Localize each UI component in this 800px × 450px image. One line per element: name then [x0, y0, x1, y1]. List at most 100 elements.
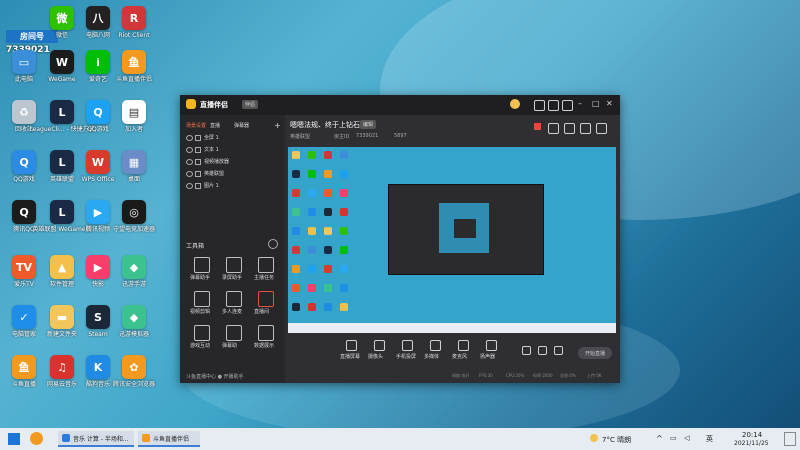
- desktop-icon[interactable]: ◆ 迅游模拟器: [110, 305, 158, 338]
- eye-icon[interactable]: [186, 147, 193, 153]
- app-icon: ▤: [122, 100, 146, 124]
- gift-icon[interactable]: [534, 123, 541, 130]
- browser-taskbar-icon[interactable]: [30, 432, 43, 445]
- preview-desktop-icon: [308, 208, 316, 216]
- desktop-icon[interactable]: R Riot Client: [110, 6, 158, 39]
- eye-icon[interactable]: [186, 171, 193, 177]
- share-icon[interactable]: [596, 123, 607, 134]
- tab-2[interactable]: 弹幕器: [234, 122, 249, 129]
- chevron-up-icon[interactable]: ^: [656, 434, 663, 443]
- bottom-tool-icon[interactable]: [346, 340, 357, 351]
- app-icon: ◎: [122, 200, 146, 224]
- taskbar-item-douyu[interactable]: 斗鱼直播伴侣: [138, 431, 200, 447]
- taskbar: 音乐 计算 - 半场和... 斗鱼直播伴侣 7°C 晴朗 ^ ▭ ◁ 英 20:…: [0, 428, 800, 450]
- lock-icon[interactable]: [195, 183, 201, 189]
- settings-icon[interactable]: [562, 100, 573, 111]
- desktop-icon-label: 腾讯视频: [85, 226, 110, 233]
- message-icon[interactable]: [548, 100, 559, 111]
- tool-icon[interactable]: [194, 257, 210, 273]
- app-icon: ♻: [12, 100, 36, 124]
- start-live-button[interactable]: 开始直播: [578, 347, 612, 359]
- bottom-tool-icon[interactable]: [402, 340, 413, 351]
- scene-item[interactable]: 英雄联盟: [204, 170, 224, 177]
- app-icon: L: [50, 100, 74, 124]
- app-icon: ▬: [50, 305, 74, 329]
- desktop-icon[interactable]: ▤ 加入者: [110, 100, 158, 133]
- desktop-icon-label: 爱乐TV: [14, 281, 34, 288]
- stream-preview[interactable]: [288, 147, 616, 333]
- tool-label: 主播任务: [254, 275, 275, 281]
- record-icon[interactable]: [564, 123, 575, 134]
- scene-item[interactable]: 文本 1: [204, 146, 219, 153]
- weather-text[interactable]: 7°C 晴朗: [602, 435, 631, 445]
- scene-item[interactable]: 视频播放器: [204, 158, 229, 165]
- eye-icon[interactable]: [186, 183, 193, 189]
- desktop-icon[interactable]: ◎ 守望电竞加速器: [110, 200, 158, 233]
- bottom-tool-icon[interactable]: [430, 340, 441, 351]
- tool-icon[interactable]: [194, 325, 210, 341]
- filter-icon[interactable]: [538, 346, 547, 355]
- close-icon[interactable]: ✕: [606, 99, 613, 108]
- app-icon: ▶: [86, 255, 110, 279]
- lock-icon[interactable]: [195, 147, 201, 153]
- skin-icon[interactable]: [534, 100, 545, 111]
- tool-icon[interactable]: [258, 257, 274, 273]
- eye-icon[interactable]: [186, 135, 193, 141]
- edit-title-button[interactable]: 编辑: [360, 120, 377, 129]
- tool-icon[interactable]: [194, 291, 210, 307]
- app-icon: 微: [50, 6, 74, 30]
- bottom-tool-icon[interactable]: [458, 340, 469, 351]
- start-icon[interactable]: [8, 433, 20, 445]
- preview-desktop-icon: [340, 303, 348, 311]
- tool-icon[interactable]: [226, 257, 242, 273]
- lock-icon[interactable]: [195, 159, 201, 165]
- scene-item[interactable]: 图片 1: [204, 182, 219, 189]
- eye-icon[interactable]: [186, 159, 193, 165]
- clock-date[interactable]: 2021/11/25: [734, 440, 769, 447]
- preview-desktop-icon: [292, 284, 300, 292]
- share-screen-icon[interactable]: [548, 123, 559, 134]
- desktop-icon[interactable]: ◆ 迅游手游: [110, 255, 158, 288]
- stat-text: 丢帧:0%: [560, 373, 576, 378]
- tab-0[interactable]: 场景设置: [186, 122, 206, 129]
- app-icon: ▶: [86, 200, 110, 224]
- tool-icon[interactable]: [226, 325, 242, 341]
- app-window[interactable]: 直播伴侣 伴侣 – □ ✕ 场景设置 直播 弹幕器 + 全屏 1 文本 1 视频播放器英…: [180, 95, 620, 383]
- lock-icon[interactable]: [195, 135, 201, 141]
- preview-desktop-icon: [340, 284, 348, 292]
- ime-indicator[interactable]: 英: [706, 434, 713, 444]
- preview-desktop-icon: [324, 151, 332, 159]
- clock-time[interactable]: 20:14: [742, 431, 762, 439]
- volume-icon[interactable]: ◁: [684, 434, 689, 442]
- notification-icon[interactable]: [784, 432, 796, 446]
- scene-item[interactable]: 全屏 1: [204, 134, 219, 141]
- preview-desktop-icon: [308, 265, 316, 273]
- network-icon[interactable]: ▭: [670, 434, 677, 442]
- maximize-icon[interactable]: □: [592, 99, 600, 108]
- avatar[interactable]: [510, 99, 520, 109]
- add-scene-icon[interactable]: +: [274, 121, 281, 130]
- tool-icon[interactable]: [258, 291, 274, 307]
- preview-desktop-icon: [308, 303, 316, 311]
- toolbox-settings-icon[interactable]: [268, 239, 278, 249]
- preview-desktop-icon: [340, 208, 348, 216]
- desktop-icon[interactable]: ▦ 桌面: [110, 150, 158, 183]
- tool-label: 数据展示: [254, 343, 275, 349]
- minimize-icon[interactable]: –: [578, 99, 582, 108]
- app-icon: ▲: [50, 255, 74, 279]
- bottom-tool-icon[interactable]: [486, 340, 497, 351]
- tab-1[interactable]: 直播: [210, 122, 220, 129]
- camera-icon[interactable]: [522, 346, 531, 355]
- taskbar-item-music[interactable]: 音乐 计算 - 半场和...: [58, 431, 134, 447]
- bottom-tool-icon[interactable]: [374, 340, 385, 351]
- tool-icon[interactable]: [258, 325, 274, 341]
- live-title: 嗯嗯法规、终于上钻石了: [290, 121, 367, 129]
- weather-icon[interactable]: [590, 434, 598, 442]
- bell-icon[interactable]: [580, 123, 591, 134]
- gear-icon[interactable]: [554, 346, 563, 355]
- desktop-icon[interactable]: ✿ 腾讯安全浏览器: [110, 355, 158, 388]
- lock-icon[interactable]: [195, 171, 201, 177]
- tool-icon[interactable]: [226, 291, 242, 307]
- stat-text: 上传:0K: [587, 373, 602, 378]
- desktop-icon[interactable]: 鱼斗鱼直播伴侣: [110, 50, 158, 83]
